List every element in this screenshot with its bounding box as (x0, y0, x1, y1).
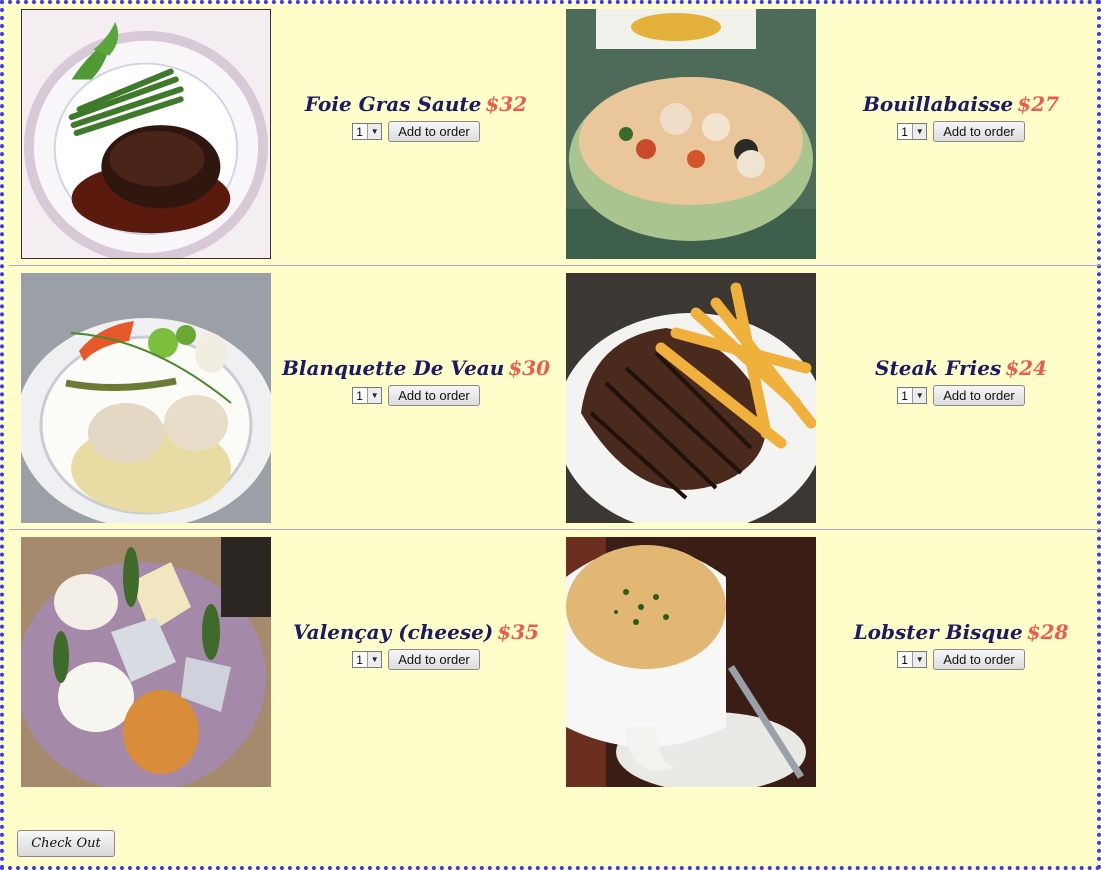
add-to-order-button[interactable]: Add to order (933, 121, 1025, 142)
dropdown-arrow-icon: ▼ (367, 388, 382, 403)
lobster-bisque-cup-photo (566, 537, 816, 787)
row-divider (9, 529, 1100, 530)
dish-name: Bouillabaisse (862, 92, 1014, 116)
dropdown-arrow-icon: ▼ (912, 388, 927, 403)
menu-item-title: Steak Fries $24 (816, 354, 1101, 382)
menu-item-title: Lobster Bisque $28 (816, 618, 1101, 646)
add-to-order-button[interactable]: Add to order (388, 121, 480, 142)
menu-item-info: Bouillabaisse $27 1 ▼ Add to order (816, 90, 1101, 142)
menu-row: Blanquette De Veau$30 1▼ Add to order (9, 271, 1100, 531)
menu-item-title: Valençay (cheese) $35 (271, 618, 561, 646)
quantity-select[interactable]: 1 ▼ (352, 123, 383, 140)
add-to-order-button[interactable]: Add to order (933, 385, 1025, 406)
quantity-select[interactable]: 1 ▼ (352, 387, 383, 404)
menu-item-title: Blanquette De Veau $30 (271, 354, 561, 382)
quantity-select[interactable]: 1 ▼ (897, 123, 928, 140)
menu-item-title: Foie Gras Saute $32 (271, 90, 561, 118)
dish-price: $24 (1005, 356, 1047, 380)
quantity-select[interactable]: 1 ▼ (352, 651, 383, 668)
cheese-board-photo (21, 537, 271, 787)
dish-name: Steak Fries (875, 356, 1002, 380)
quantity-select[interactable]: 1 ▼ (897, 651, 928, 668)
foie-gras-plate-photo (21, 9, 271, 259)
bouillabaisse-bowl-photo (566, 9, 816, 259)
menu-item-title: Bouillabaisse $27 (816, 90, 1101, 118)
dish-price: $28 (1026, 620, 1069, 644)
dish-price: $30 (508, 356, 551, 380)
menu-item-info: Valençay (cheese) $35 1 ▼ Add to order (271, 618, 561, 670)
check-out-button[interactable]: Check Out (17, 830, 115, 857)
menu-item-info: Steak Fries $24 1 ▼ Add to order (816, 354, 1101, 406)
menu-frame: Foie Gras Saute $32 1 ▼ Add to order Bou… (0, 0, 1101, 870)
dropdown-arrow-icon: ▼ (367, 652, 382, 667)
dish-price: $32 (485, 92, 528, 116)
dish-name: Lobster Bisque (853, 620, 1023, 644)
menu-item-info: Foie Gras Saute $32 1 ▼ Add to order (271, 90, 561, 142)
steak-fries-plate-photo (566, 273, 816, 523)
dish-price: $27 (1017, 92, 1060, 116)
dish-name: Blanquette De Veau (281, 356, 505, 380)
dropdown-arrow-icon: ▼ (367, 124, 382, 139)
row-divider (9, 265, 1100, 266)
dish-name: Foie Gras Saute (304, 92, 482, 116)
dish-price: $35 (497, 620, 540, 644)
menu-item-info: Lobster Bisque $28 1 ▼ Add to order (816, 618, 1101, 670)
quantity-select[interactable]: 1 ▼ (897, 387, 928, 404)
blanquette-plate-photo (21, 273, 271, 523)
add-to-order-button[interactable]: Add to order (933, 649, 1025, 670)
add-to-order-button[interactable]: Add to order (388, 649, 480, 670)
menu-item-info: Blanquette De Veau $30 1 ▼ Add to order (271, 354, 561, 406)
dish-name: Valençay (cheese) (292, 620, 494, 644)
menu-row: Valençay (cheese) $35 1 ▼ Add to order Lobs… (9, 535, 1100, 795)
menu-row: Foie Gras Saute $32 1 ▼ Add to order Bou… (9, 7, 1100, 267)
dropdown-arrow-icon: ▼ (912, 124, 927, 139)
dropdown-arrow-icon: ▼ (912, 652, 927, 667)
add-to-order-button[interactable]: Add to order (388, 385, 480, 406)
